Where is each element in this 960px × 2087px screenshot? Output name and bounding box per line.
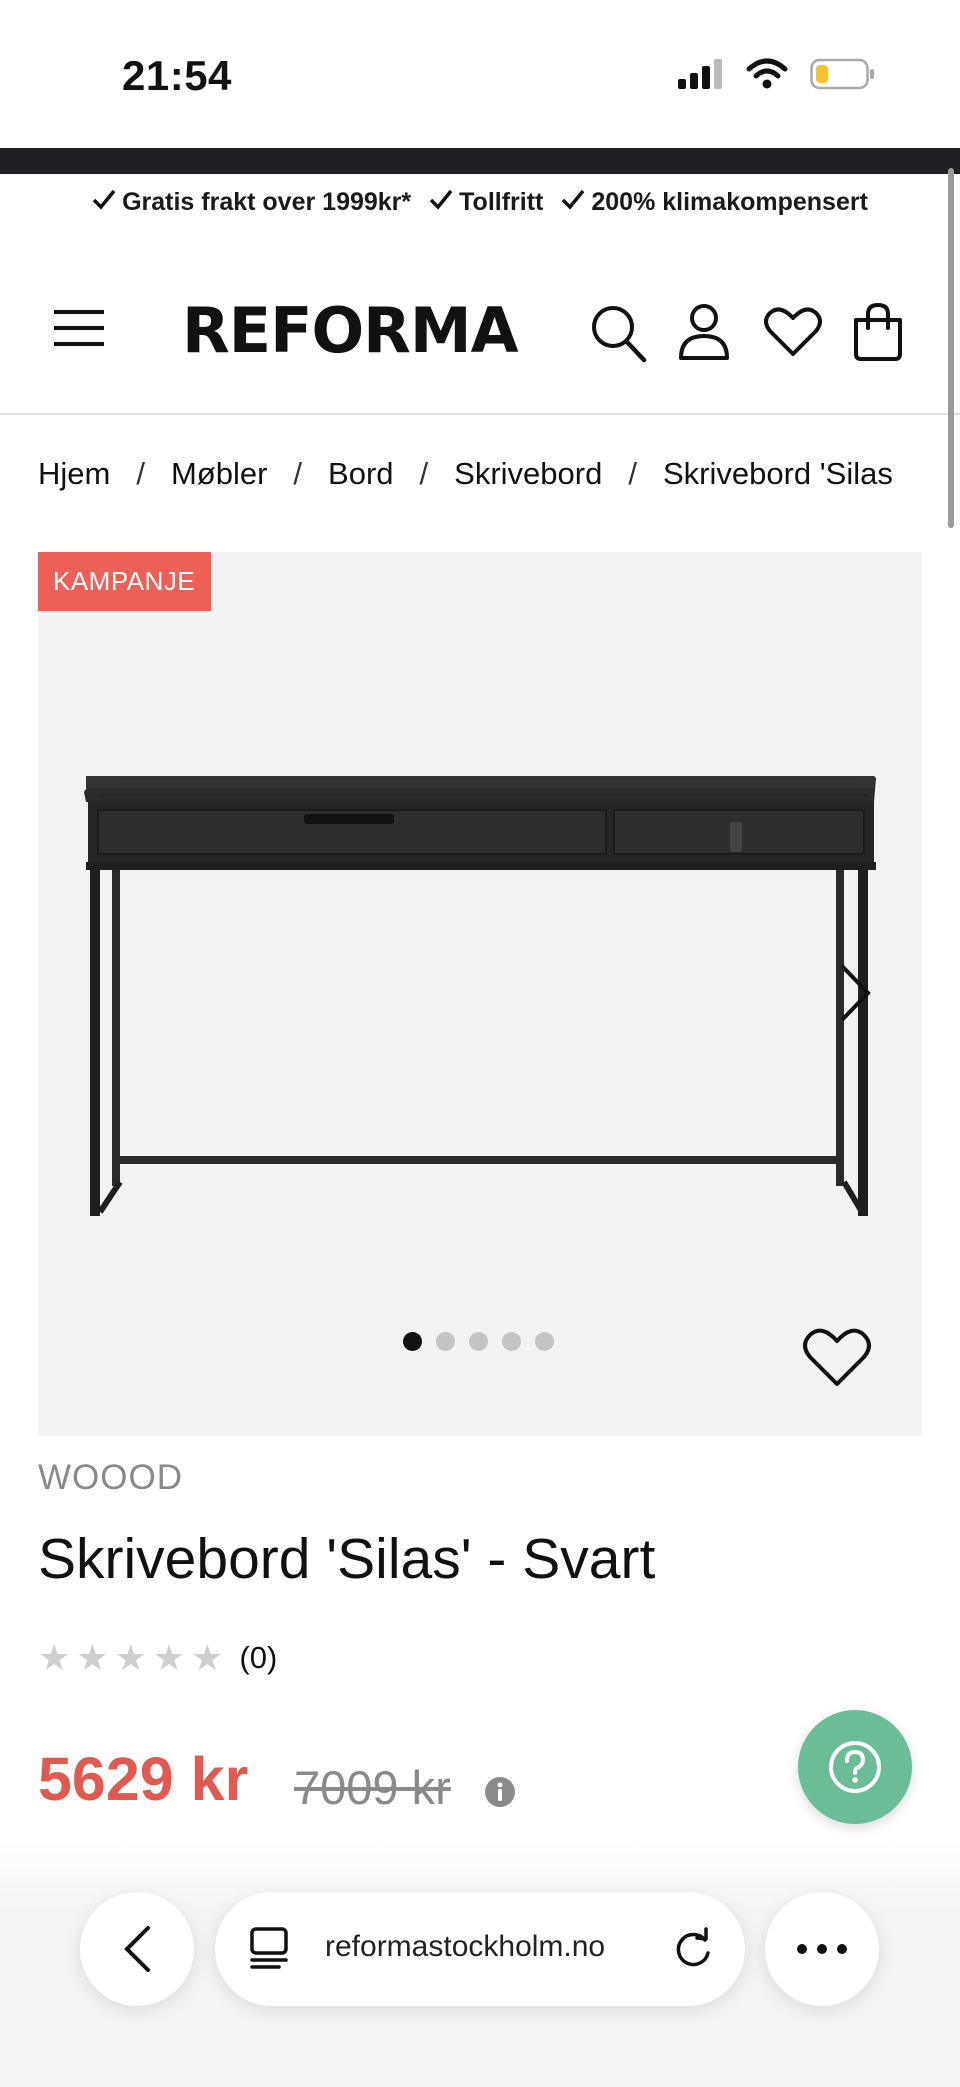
product-image xyxy=(84,776,876,1216)
product-rating[interactable]: ★ ★ ★ ★ ★ (0) xyxy=(38,1640,277,1676)
account-icon[interactable] xyxy=(678,302,730,362)
check-icon xyxy=(562,189,585,210)
next-image-arrow[interactable] xyxy=(838,962,874,1024)
star-icon: ★ xyxy=(76,1637,109,1678)
star-icon: ★ xyxy=(152,1637,186,1678)
breadcrumb-link-desks[interactable]: Skrivebord xyxy=(454,456,602,492)
check-icon xyxy=(92,189,116,210)
cart-icon[interactable] xyxy=(852,302,904,362)
status-time: 21:54 xyxy=(122,52,232,99)
wifi-icon xyxy=(746,58,788,89)
usp-item: Gratis frakt over 1999kr* xyxy=(92,188,411,217)
browser-more-button[interactable] xyxy=(765,1892,879,2006)
tabs-icon[interactable] xyxy=(249,1926,289,1970)
usp-item: Tollfritt xyxy=(429,188,543,217)
battery-icon xyxy=(810,58,874,90)
breadcrumb-current: Skrivebord 'Silas xyxy=(662,456,893,491)
usp-label: Gratis frakt over 1999kr* xyxy=(122,188,412,216)
star-icon: ★ xyxy=(114,1637,147,1678)
pagination-dot-active[interactable] xyxy=(403,1332,422,1351)
usp-label: Tollfritt xyxy=(459,188,544,216)
breadcrumb-link-tables[interactable]: Bord xyxy=(328,456,393,492)
breadcrumb-separator: / xyxy=(419,456,429,491)
top-strip xyxy=(0,148,960,174)
breadcrumb: Hjem / Møbler / Bord / Skrivebord / Skri… xyxy=(38,456,893,492)
gallery-pagination xyxy=(403,1332,554,1351)
help-button[interactable] xyxy=(798,1710,912,1824)
site-logo[interactable]: REFORMA xyxy=(182,294,519,367)
browser-url-bar[interactable]: reformastockholm.no xyxy=(215,1892,745,2006)
info-icon[interactable] xyxy=(484,1776,516,1808)
wishlist-icon[interactable] xyxy=(764,306,822,358)
star-icon: ★ xyxy=(191,1637,224,1678)
star-icon: ★ xyxy=(38,1637,71,1678)
browser-back-button[interactable] xyxy=(80,1892,194,2006)
pagination-dot[interactable] xyxy=(436,1332,455,1351)
product-gallery[interactable]: KAMPANJE xyxy=(38,552,922,1436)
usp-bar: Gratis frakt over 1999kr* Tollfritt 200%… xyxy=(0,188,960,217)
pagination-dot[interactable] xyxy=(469,1332,488,1351)
breadcrumb-separator: / xyxy=(293,456,303,491)
check-icon xyxy=(429,189,453,210)
breadcrumb-separator: / xyxy=(136,456,145,491)
chevron-left-icon xyxy=(124,1926,150,1972)
breadcrumb-link-home[interactable]: Hjem xyxy=(38,456,110,492)
breadcrumb-link-furniture[interactable]: Møbler xyxy=(171,456,267,492)
pagination-dot[interactable] xyxy=(535,1332,554,1351)
search-icon[interactable] xyxy=(590,304,648,364)
pagination-dot[interactable] xyxy=(502,1332,521,1351)
sale-price: 5629 kr xyxy=(38,1745,249,1813)
product-brand[interactable]: WOOOD xyxy=(38,1458,183,1498)
more-dots-icon xyxy=(797,1944,847,1954)
header-divider xyxy=(0,413,960,415)
question-icon xyxy=(829,1741,881,1793)
original-price: 7009 kr xyxy=(294,1761,451,1814)
signal-icon xyxy=(678,59,722,89)
usp-item: 200% klimakompensert xyxy=(561,188,868,217)
breadcrumb-separator: / xyxy=(628,456,637,491)
reload-icon[interactable] xyxy=(671,1926,715,1972)
site-header: REFORMA xyxy=(0,278,960,412)
page-scrollbar[interactable] xyxy=(948,168,954,528)
rating-count: (0) xyxy=(239,1640,278,1675)
favorite-heart-icon[interactable] xyxy=(802,1326,872,1388)
url-text[interactable]: reformastockholm.no xyxy=(325,1930,605,1964)
usp-label: 200% klimakompensert xyxy=(591,188,868,216)
menu-icon[interactable] xyxy=(54,308,106,348)
product-title: Skrivebord 'Silas' - Svart xyxy=(38,1527,656,1591)
status-icons xyxy=(678,58,876,90)
